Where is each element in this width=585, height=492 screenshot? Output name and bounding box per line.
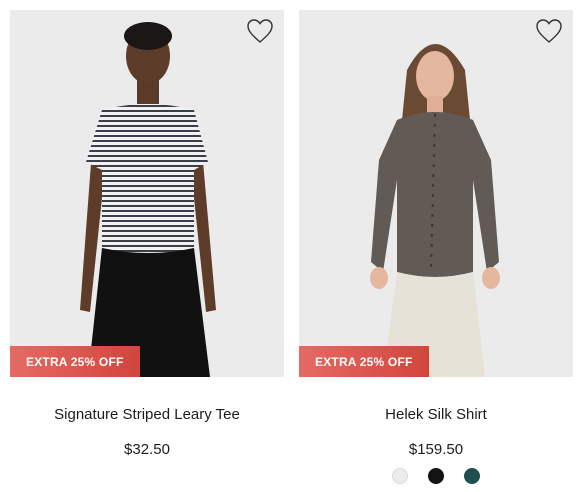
wishlist-button[interactable] — [246, 18, 274, 44]
model-photo-striped-tee — [80, 22, 216, 377]
color-swatch-black[interactable] — [428, 468, 444, 484]
wishlist-button[interactable] — [535, 18, 563, 44]
product-image[interactable]: EXTRA 25% OFF — [299, 10, 573, 377]
color-swatch-teal[interactable] — [464, 468, 480, 484]
heart-outline-icon — [247, 19, 273, 43]
product-name[interactable]: Signature Striped Leary Tee — [10, 406, 284, 423]
product-image[interactable]: EXTRA 25% OFF — [10, 10, 284, 377]
heart-outline-icon — [536, 19, 562, 43]
discount-badge: EXTRA 25% OFF — [10, 346, 140, 377]
color-swatches — [299, 468, 573, 484]
color-swatch-ivory[interactable] — [392, 468, 408, 484]
discount-badge: EXTRA 25% OFF — [299, 346, 429, 377]
product-card[interactable]: EXTRA 25% OFF Helek Silk Shirt $159.50 — [299, 10, 573, 484]
product-price: $32.50 — [124, 441, 170, 458]
model-photo-silk-shirt — [370, 44, 500, 377]
product-card[interactable]: EXTRA 25% OFF Signature Striped Leary Te… — [10, 10, 284, 458]
product-price: $159.50 — [408, 441, 464, 458]
product-name[interactable]: Helek Silk Shirt — [299, 406, 573, 423]
